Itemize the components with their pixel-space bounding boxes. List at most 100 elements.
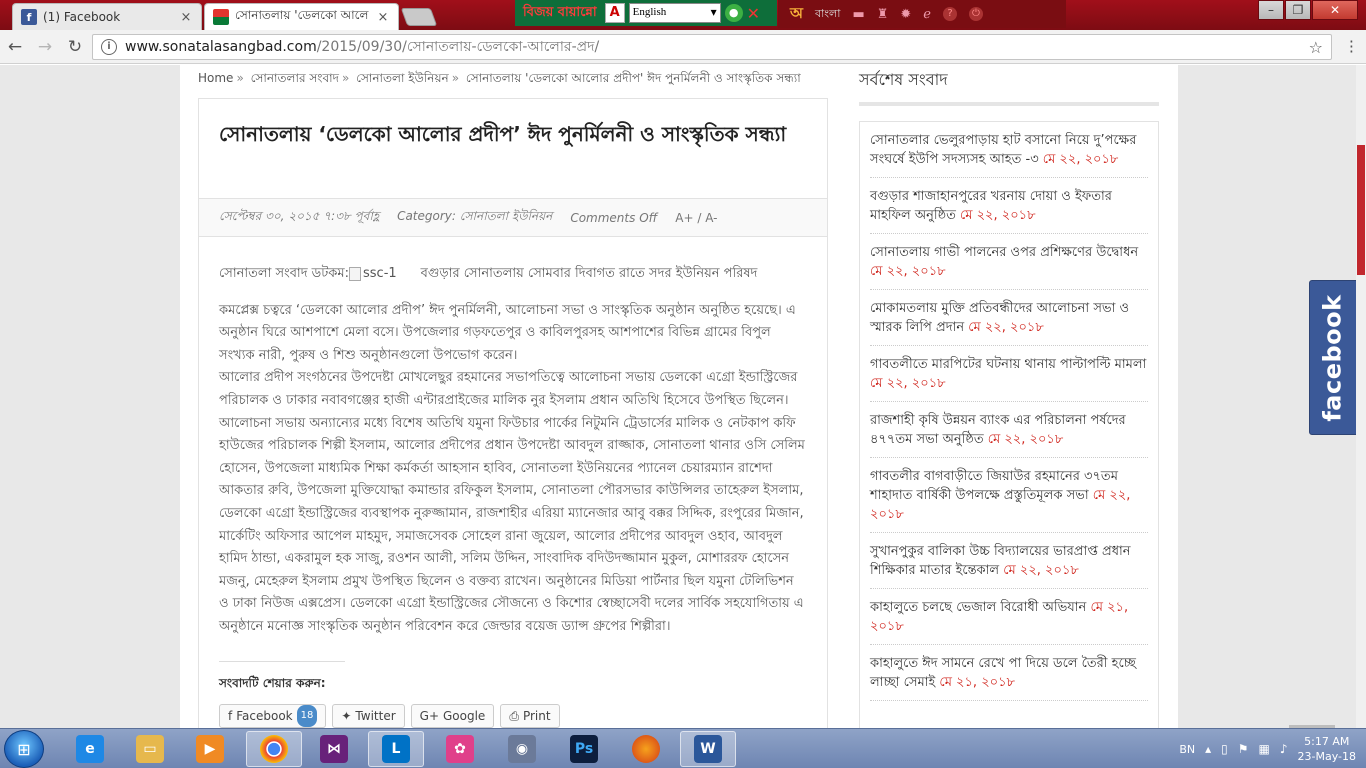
taskbar-vlc[interactable]: ◉	[494, 731, 550, 767]
tab-strip: f (1) Facebook × সোনাতলায় 'ডেলকো আলে × …	[0, 0, 1366, 30]
article-meta: সেপ্টেম্বর ৩০, ২০১৫ ৭:৩৮ পূর্বাহ্ণ Categ…	[199, 199, 827, 237]
news-item[interactable]: রাজশাহী কৃষি উন্নয়ন ব্যাংক এর পরিচালনা …	[870, 402, 1148, 458]
news-item[interactable]: সোনাতলায় গাভী পালনের ওপর প্রশিক্ষণের উদ…	[870, 234, 1148, 290]
article-title: সোনাতলায় ‘ডেলকো আলোর প্রদীপ’ ঈদ পুনর্মি…	[199, 99, 827, 199]
clock[interactable]: 5:17 AM 23-May-18	[1298, 734, 1356, 764]
taskbar-paint[interactable]: ✿	[432, 731, 488, 767]
maximize-button[interactable]: ❐	[1285, 0, 1311, 20]
share-label: Twitter	[355, 708, 396, 723]
font-size-toggle[interactable]: A+ / A-	[675, 211, 717, 225]
taskbar-chrome[interactable]	[246, 731, 302, 767]
news-item[interactable]: সোনাতলার ভেলুরপাড়ায় হাট বসানো নিয়ে দু…	[870, 122, 1148, 178]
breadcrumb-subcategory[interactable]: সোনাতলা ইউনিয়ন	[356, 71, 449, 85]
flag-icon[interactable]: ⚑	[1238, 742, 1249, 756]
news-item-title[interactable]: গাবতলীর বাগবাড়ীতে জিয়াউর রহমানের ৩৭তম …	[870, 469, 1118, 503]
news-item-date: মে ২২, ২০১৮	[968, 320, 1044, 335]
news-item[interactable]: মোকামতলায় মুক্তি প্রতিবন্ধীদের আলোচনা স…	[870, 290, 1148, 346]
tab-facebook[interactable]: f (1) Facebook ×	[12, 3, 202, 30]
news-item[interactable]: বগুড়ার শাজাহানপুরের খরনায় দোয়া ও ইফতা…	[870, 178, 1148, 234]
facebook-icon: f	[228, 708, 233, 723]
network-icon[interactable]: ▦	[1259, 742, 1270, 756]
article-lead: সোনাতলা সংবাদ ডটকম: ssc-1 বগুড়ার সোনাতলা…	[219, 263, 807, 286]
taskbar-photoshop[interactable]: Ps	[556, 731, 612, 767]
new-tab-button[interactable]	[400, 8, 438, 26]
news-item[interactable]: কাহালুতে চলছে ভেজাল বিরোধী অভিযান মে ২১,…	[870, 589, 1148, 645]
taskbar-word[interactable]: W	[680, 731, 736, 767]
word-icon: W	[694, 735, 722, 763]
news-item-title[interactable]: গাবতলীতে মারপিটের ঘটনায় থানায় পাল্টাপল…	[870, 357, 1146, 372]
taskbar-firefox[interactable]	[618, 731, 674, 767]
bijoy-logo-icon[interactable]: A	[604, 3, 625, 23]
latest-news-list: সোনাতলার ভেলুরপাড়ায় হাট বসানো নিয়ে দু…	[859, 121, 1159, 728]
media-player-icon: ▶	[196, 735, 224, 763]
site-info-icon[interactable]: i	[101, 39, 117, 55]
facebook-widget-tab[interactable]: facebook	[1309, 280, 1357, 435]
lead-prefix: সোনাতলা সংবাদ ডটকম:	[219, 266, 349, 281]
chrome-menu-icon[interactable]: · · ·	[1349, 34, 1354, 60]
bookmark-star-icon[interactable]: ☆	[1309, 38, 1323, 57]
news-item-date: মে ২২, ২০১৮	[870, 264, 946, 279]
article: সোনাতলায় ‘ডেলকো আলোর প্রদীপ’ ঈদ পুনর্মি…	[198, 98, 828, 728]
taskbar-ie[interactable]: e	[62, 731, 118, 767]
news-item[interactable]: গাবতলীর বাগবাড়ীতে জিয়াউর রহমানের ৩৭তম …	[870, 458, 1148, 533]
share-twitter-button[interactable]: ✦ Twitter	[332, 704, 405, 728]
taskbar-explorer[interactable]: ▭	[122, 731, 178, 767]
settings-gear-icon[interactable]: ✹	[900, 7, 911, 22]
help-icon[interactable]: ?	[943, 7, 957, 21]
close-tab-icon[interactable]: ×	[179, 10, 193, 25]
share-print-button[interactable]: ⎙ Print	[500, 704, 560, 728]
breadcrumb-category[interactable]: সোনাতলার সংবাদ	[251, 71, 339, 85]
share-facebook-button[interactable]: f Facebook 18	[219, 704, 327, 728]
window-close-button[interactable]: ✕	[1312, 0, 1358, 20]
news-item-title[interactable]: সোনাতলায় গাভী পালনের ওপর প্রশিক্ষণের উদ…	[870, 245, 1138, 260]
clock-time: 5:17 AM	[1304, 735, 1350, 748]
news-item-date: মে ২২, ২০১৮	[1003, 563, 1079, 578]
power-icon[interactable]: ⏻	[969, 7, 983, 21]
minimize-button[interactable]: –	[1258, 0, 1284, 20]
font-icon[interactable]: ♜	[877, 7, 889, 22]
forward-arrow-icon[interactable]: →	[30, 37, 60, 57]
system-tray: BN ▴ ▯ ⚑ ▦ ♪ 5:17 AM 23-May-18	[1179, 729, 1356, 768]
bijoy-language-select[interactable]: English	[628, 3, 721, 23]
news-item-title[interactable]: কাহালুতে চলছে ভেজাল বিরোধী অভিযান	[870, 600, 1086, 615]
page-scrollbar[interactable]	[1356, 65, 1366, 728]
news-item[interactable]: কাহালুতে ঈদ সামনে রেখে পা দিয়ে ডলে তৈরী…	[870, 645, 1148, 701]
article-body: সোনাতলা সংবাদ ডটকম: ssc-1 বগুড়ার সোনাতলা…	[199, 237, 827, 728]
share-google-button[interactable]: G+ Google	[410, 704, 495, 728]
breadcrumb-current: সোনাতলায় 'ডেলকো আলোর প্রদীপ' ঈদ পুনর্মি…	[465, 71, 801, 85]
site-favicon-icon	[213, 9, 229, 25]
breadcrumb-home[interactable]: Home	[198, 71, 233, 85]
bijoy-close-icon[interactable]: ✕	[747, 4, 760, 23]
news-item[interactable]: সুখানপুকুর বালিকা উচ্চ বিদ্যালয়ের ভারপ্…	[870, 533, 1148, 589]
close-tab-icon[interactable]: ×	[376, 10, 390, 25]
tab-sonatala[interactable]: সোনাতলায় 'ডেলকো আলে ×	[204, 3, 399, 30]
tray-arrow-icon[interactable]: ▴	[1205, 742, 1211, 756]
internet-explorer-icon: e	[76, 735, 104, 763]
visual-studio-icon: ⋈	[320, 735, 348, 763]
reload-icon[interactable]: ↻	[60, 37, 90, 57]
article-date: সেপ্টেম্বর ৩০, ২০১৫ ৭:৩৮ পূর্বাহ্ণ	[219, 208, 380, 223]
chrome-icon	[260, 735, 288, 763]
share-label: Google	[443, 708, 486, 723]
firefox-icon	[632, 735, 660, 763]
keyboard-icon[interactable]: ▬	[852, 7, 864, 22]
news-item[interactable]: গাবতলীতে মারপিটের ঘটনায় থানায় পাল্টাপল…	[870, 346, 1148, 402]
article-category[interactable]: Category: সোনাতলা ইউনিয়ন	[397, 208, 552, 228]
input-language[interactable]: BN	[1179, 743, 1195, 756]
volume-icon[interactable]: ♪	[1280, 742, 1288, 756]
news-item-date: মে ২২, ২০১৮	[1042, 152, 1119, 167]
bijoy-go-icon[interactable]: ●	[724, 4, 743, 22]
windows-logo-icon: ⊞	[17, 739, 31, 759]
address-bar[interactable]: i www.sonatalasangbad.com/2015/09/30/সোন…	[92, 34, 1332, 60]
avro-logo[interactable]: অ	[790, 2, 803, 27]
back-arrow-icon[interactable]: ←	[0, 37, 30, 57]
avro-language[interactable]: বাংলা	[815, 5, 840, 24]
news-item-title[interactable]: সুখানপুকুর বালিকা উচ্চ বিদ্যালয়ের ভারপ্…	[870, 544, 1131, 578]
ie-icon[interactable]: ℯ	[923, 7, 931, 22]
battery-icon[interactable]: ▯	[1221, 742, 1228, 756]
taskbar-visual-studio[interactable]: ⋈	[306, 731, 362, 767]
scrollbar-thumb[interactable]	[1357, 145, 1365, 275]
taskbar-lync[interactable]: L	[368, 731, 424, 767]
start-button[interactable]: ⊞	[4, 730, 44, 768]
taskbar-media-player[interactable]: ▶	[182, 731, 238, 767]
